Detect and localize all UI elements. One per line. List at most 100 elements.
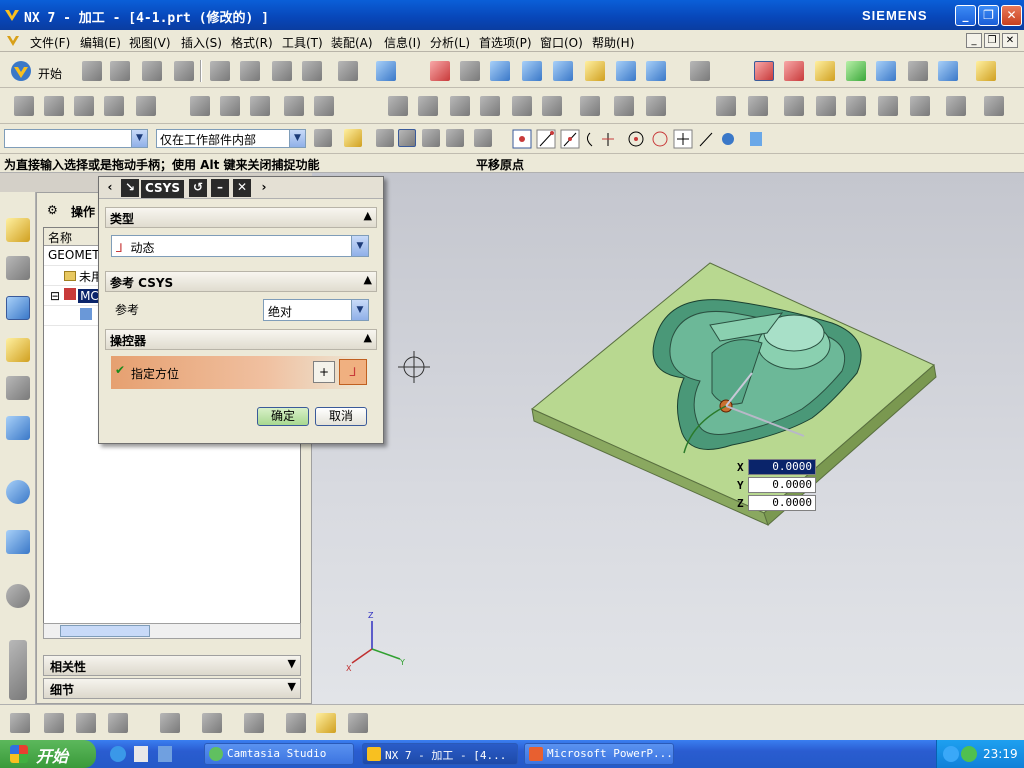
plane-icon[interactable]: [286, 713, 306, 733]
mdi-minimize-button[interactable]: _: [966, 33, 982, 48]
nx-menu-icon[interactable]: [6, 34, 20, 48]
forward-icon[interactable]: ›: [255, 179, 273, 197]
menu-format[interactable]: 格式(R): [231, 34, 273, 51]
menu-help[interactable]: 帮助(H): [592, 34, 634, 51]
mdi-restore-button[interactable]: ❐: [984, 33, 1000, 48]
menu-preferences[interactable]: 首选项(P): [479, 34, 532, 51]
output-cls-icon[interactable]: [450, 96, 470, 116]
web-browser-icon[interactable]: [6, 530, 30, 554]
feature-icon[interactable]: [614, 96, 634, 116]
tray-back-icon[interactable]: [943, 746, 959, 762]
create-tool-icon[interactable]: [44, 96, 64, 116]
chevron-up-icon[interactable]: ▲: [364, 273, 372, 286]
information-icon[interactable]: [376, 61, 396, 81]
menu-analysis[interactable]: 分析(L): [430, 34, 470, 51]
type-combo[interactable]: ⅃ 动态 ▼: [111, 235, 369, 257]
sketch-icon[interactable]: [44, 713, 64, 733]
start-button[interactable]: 开始: [0, 740, 96, 768]
reference-section-header[interactable]: 参考 CSYS ▲: [105, 271, 377, 292]
mdi-close-button[interactable]: ✕: [1002, 33, 1018, 48]
extrude-icon[interactable]: [76, 713, 96, 733]
blank-icon[interactable]: [784, 96, 804, 116]
new-file-icon[interactable]: [82, 61, 102, 81]
chevron-down-icon[interactable]: ▼: [351, 300, 368, 320]
render-style-icon[interactable]: [646, 61, 666, 81]
create-operation-icon[interactable]: [136, 96, 156, 116]
y-coordinate-input[interactable]: 0.0000: [748, 477, 816, 493]
rotate-icon[interactable]: [553, 61, 573, 81]
chevron-up-icon[interactable]: ▲: [364, 209, 372, 222]
chevron-up-icon[interactable]: ▲: [364, 331, 372, 344]
menu-assembly[interactable]: 装配(A): [331, 34, 373, 51]
postprocess-icon[interactable]: [388, 96, 408, 116]
unblank-icon[interactable]: [816, 96, 836, 116]
menu-view[interactable]: 视图(V): [129, 34, 171, 51]
machine-tool-view-icon[interactable]: [512, 96, 532, 116]
reuse-library-icon[interactable]: [6, 376, 30, 400]
x-coordinate-input[interactable]: 0.0000: [748, 459, 816, 475]
drawing-icon[interactable]: [10, 713, 30, 733]
ok-button[interactable]: 确定: [257, 407, 309, 426]
tray-app-icon[interactable]: [961, 746, 977, 762]
select-body-icon[interactable]: [398, 129, 416, 147]
task-nx[interactable]: NX 7 - 加工 - [4...: [362, 743, 518, 765]
rectangle-select-icon[interactable]: [474, 129, 492, 147]
print-icon[interactable]: [174, 61, 194, 81]
close-icon[interactable]: ✕: [233, 179, 251, 197]
collapse-icon[interactable]: –: [211, 179, 229, 197]
menu-tools[interactable]: 工具(T): [282, 34, 323, 51]
menu-edit[interactable]: 编辑(E): [80, 34, 121, 51]
delete-icon[interactable]: [302, 61, 322, 81]
curve-icon[interactable]: [244, 713, 264, 733]
cut-icon[interactable]: [210, 61, 230, 81]
copy-layer-icon[interactable]: [910, 96, 930, 116]
background-icon[interactable]: [690, 61, 710, 81]
remove-icon[interactable]: [984, 96, 1004, 116]
generate-path-icon[interactable]: [190, 96, 210, 116]
constraint-navigator-icon[interactable]: [6, 256, 30, 280]
manipulator-section-header[interactable]: 操控器 ▲: [105, 329, 377, 350]
move-layer-icon[interactable]: [878, 96, 898, 116]
verify-path-icon[interactable]: [250, 96, 270, 116]
create-program-icon[interactable]: [14, 96, 34, 116]
datum-icon[interactable]: [108, 713, 128, 733]
horizontal-scrollbar[interactable]: [43, 623, 301, 639]
point-dialog-icon[interactable]: +: [313, 361, 335, 383]
operation-navigator-icon[interactable]: [6, 296, 30, 320]
wcs-orient-icon[interactable]: [846, 61, 866, 81]
zoom-window-icon[interactable]: [460, 61, 480, 81]
replay-path-icon[interactable]: [220, 96, 240, 116]
dependencies-panel[interactable]: 相关性 ▼: [43, 655, 301, 676]
program-order-icon[interactable]: [480, 96, 500, 116]
type-filter-combo[interactable]: ▼: [4, 129, 148, 148]
type-section-header[interactable]: 类型 ▲: [105, 207, 377, 228]
select-edge-icon[interactable]: [446, 129, 464, 147]
start-menu-label[interactable]: 开始: [38, 65, 62, 82]
selection-scope-combo[interactable]: 仅在工作部件内部 ▼: [156, 129, 306, 148]
history-icon[interactable]: [6, 584, 30, 608]
general-select-icon[interactable]: [314, 129, 332, 147]
model-view[interactable]: Z X Y: [312, 173, 1024, 704]
zoom-area-icon[interactable]: [490, 61, 510, 81]
nx-start-icon[interactable]: [10, 60, 32, 82]
specify-orientation-row[interactable]: ✔ 指定方位 + ⅃: [111, 356, 369, 389]
wcs-origin-icon[interactable]: [784, 61, 804, 81]
cancel-button[interactable]: 取消: [315, 407, 367, 426]
measure-icon[interactable]: [976, 61, 996, 81]
chevron-down-icon[interactable]: ▼: [288, 680, 296, 693]
task-camtasia[interactable]: Camtasia Studio: [204, 743, 354, 765]
scroll-thumb[interactable]: [60, 625, 150, 637]
copy-icon[interactable]: [240, 61, 260, 81]
minimize-button[interactable]: _: [955, 5, 976, 26]
save-icon[interactable]: [142, 61, 162, 81]
menu-window[interactable]: 窗口(O): [540, 34, 583, 51]
assembly-navigator-icon[interactable]: [6, 218, 30, 242]
csys-dialog-icon[interactable]: ⅃: [339, 359, 367, 385]
menu-info[interactable]: 信息(I): [384, 34, 421, 51]
select-cursor-icon[interactable]: [908, 61, 928, 81]
wcs-rotate-icon[interactable]: [815, 61, 835, 81]
shop-doc-icon[interactable]: [418, 96, 438, 116]
details-panel[interactable]: 细节 ▼: [43, 678, 301, 699]
wcs-set-icon[interactable]: [876, 61, 896, 81]
geometry-view-icon[interactable]: [542, 96, 562, 116]
